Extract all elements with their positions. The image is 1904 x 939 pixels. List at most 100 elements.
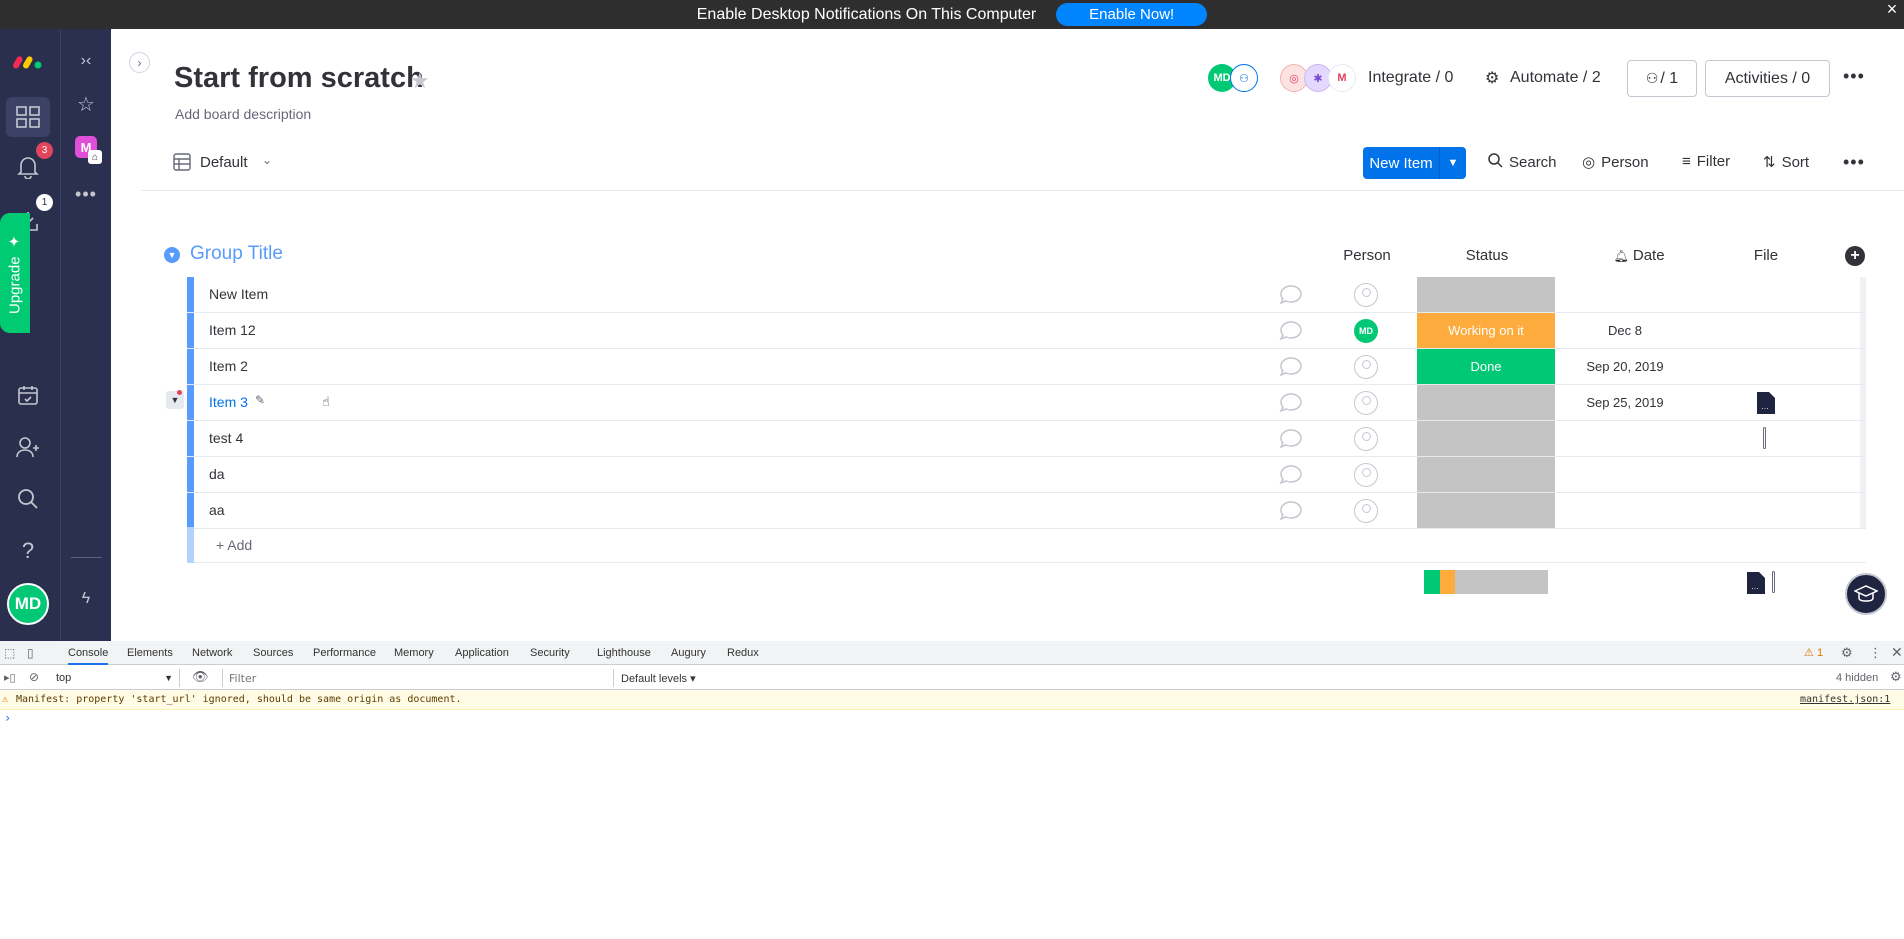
- row-updates-chat-icon[interactable]: [1279, 284, 1303, 306]
- add-item-label[interactable]: + Add: [216, 537, 252, 553]
- devtools-tab-application[interactable]: Application: [455, 647, 509, 659]
- devtools-warning-count[interactable]: ⚠ 1: [1804, 646, 1823, 659]
- group-title[interactable]: Group Title: [190, 243, 283, 265]
- row-item-name[interactable]: test 4: [209, 430, 243, 446]
- table-row[interactable]: Item 12 MD Working on it Dec 8: [187, 313, 1866, 349]
- context-selector[interactable]: top ▼: [56, 669, 180, 687]
- row-status-cell[interactable]: Done: [1417, 349, 1555, 384]
- live-expression-eye-icon[interactable]: 👁︎: [192, 669, 209, 685]
- table-row[interactable]: New Item: [187, 277, 1866, 313]
- learning-center-cap-icon[interactable]: [1845, 573, 1887, 615]
- add-column-plus-icon[interactable]: +: [1845, 246, 1865, 266]
- devtools-tab-network[interactable]: Network: [192, 647, 232, 659]
- devtools-close-icon[interactable]: ✕: [1891, 644, 1903, 661]
- new-item-button[interactable]: New Item ▼: [1363, 147, 1466, 179]
- devtools-tab-lighthouse[interactable]: Lighthouse: [597, 647, 651, 659]
- row-updates-chat-icon[interactable]: [1279, 464, 1303, 486]
- integrate-button[interactable]: Integrate / 0: [1368, 69, 1453, 87]
- column-header-file[interactable]: File: [1736, 247, 1796, 264]
- row-updates-chat-icon[interactable]: [1279, 392, 1303, 414]
- enable-notifications-button[interactable]: Enable Now!: [1056, 3, 1208, 26]
- help-question-icon[interactable]: ?: [14, 537, 42, 565]
- collapse-sidebar-icon[interactable]: ›‹: [74, 51, 98, 71]
- board-description[interactable]: Add board description: [175, 106, 311, 122]
- column-header-status[interactable]: Status: [1418, 247, 1556, 264]
- devtools-more-icon[interactable]: ⋮: [1869, 645, 1882, 661]
- status-summary-bar[interactable]: [1424, 570, 1548, 594]
- board-menu-dots-icon[interactable]: •••: [1843, 66, 1865, 87]
- sort-button[interactable]: ⇅ Sort: [1763, 153, 1809, 172]
- members-button[interactable]: ⚇ / 1: [1627, 60, 1697, 97]
- console-filter-input[interactable]: [222, 669, 614, 687]
- favorite-star-icon[interactable]: ★: [410, 68, 430, 94]
- devtools-tab-memory[interactable]: Memory: [394, 647, 434, 659]
- table-row[interactable]: Item 3 ✎ Sep 25, 2019 …: [187, 385, 1866, 421]
- row-status-cell[interactable]: [1417, 277, 1555, 312]
- row-date-cell[interactable]: Sep 25, 2019: [1555, 395, 1695, 410]
- row-file-doc-icon[interactable]: …: [1757, 392, 1775, 419]
- automate-button[interactable]: Automate / 2: [1510, 69, 1601, 87]
- board-title[interactable]: Start from scratch: [174, 62, 424, 95]
- console-warning-source-link[interactable]: manifest.json:1: [1800, 694, 1890, 705]
- devtools-tab-redux[interactable]: Redux: [727, 647, 759, 659]
- edit-pencil-icon[interactable]: ✎: [255, 393, 265, 407]
- row-person-empty-icon[interactable]: [1354, 391, 1378, 415]
- row-person-avatar[interactable]: MD: [1354, 319, 1378, 343]
- row-person-empty-icon[interactable]: [1354, 499, 1378, 523]
- row-date-cell[interactable]: Dec 8: [1555, 323, 1695, 338]
- devtools-tab-elements[interactable]: Elements: [127, 647, 173, 659]
- upgrade-button[interactable]: Upgrade ✦: [0, 213, 30, 333]
- my-work-calendar-icon[interactable]: [14, 381, 42, 409]
- row-status-cell[interactable]: [1417, 421, 1555, 456]
- notifications-bell-icon[interactable]: [14, 153, 42, 181]
- row-item-name[interactable]: Item 3: [209, 394, 248, 410]
- inspect-element-icon[interactable]: ⬚: [4, 646, 15, 660]
- console-prompt[interactable]: ›: [4, 711, 11, 725]
- row-person-empty-icon[interactable]: [1354, 283, 1378, 307]
- more-dots-icon[interactable]: •••: [74, 184, 98, 204]
- row-item-name[interactable]: New Item: [209, 286, 268, 302]
- table-row[interactable]: test 4: [187, 421, 1866, 457]
- devtools-tab-augury[interactable]: Augury: [671, 647, 706, 659]
- lightning-icon[interactable]: ϟ: [74, 587, 98, 611]
- row-date-cell[interactable]: Sep 20, 2019: [1555, 359, 1695, 374]
- devtools-tab-console[interactable]: Console: [68, 647, 109, 665]
- row-updates-chat-icon[interactable]: [1279, 500, 1303, 522]
- row-person-empty-icon[interactable]: [1354, 355, 1378, 379]
- row-item-name[interactable]: Item 12: [209, 322, 256, 338]
- guest-avatar-icon[interactable]: ⚇: [1230, 64, 1258, 92]
- workspaces-icon[interactable]: [6, 97, 50, 137]
- row-status-cell[interactable]: Working on it: [1417, 313, 1555, 348]
- column-header-person[interactable]: Person: [1327, 247, 1407, 264]
- toolbar-more-dots-icon[interactable]: •••: [1843, 152, 1865, 173]
- row-person-empty-icon[interactable]: [1354, 427, 1378, 451]
- view-chevron-down-icon[interactable]: ⌄: [262, 153, 272, 167]
- devtools-tab-security[interactable]: Security: [530, 647, 570, 659]
- person-filter-button[interactable]: ◎ Person: [1582, 153, 1649, 172]
- row-status-cell[interactable]: [1417, 457, 1555, 492]
- row-item-name[interactable]: da: [209, 466, 225, 482]
- table-row[interactable]: Item 2 Done Sep 20, 2019: [187, 349, 1866, 385]
- table-row[interactable]: da: [187, 457, 1866, 493]
- row-updates-chat-icon[interactable]: [1279, 356, 1303, 378]
- group-collapse-chevron-icon[interactable]: ▼: [164, 247, 180, 263]
- devtools-tab-performance[interactable]: Performance: [313, 647, 376, 659]
- favorites-star-icon[interactable]: ☆: [74, 92, 98, 116]
- row-updates-chat-icon[interactable]: [1279, 320, 1303, 342]
- row-person-empty-icon[interactable]: [1354, 463, 1378, 487]
- device-toolbar-icon[interactable]: ▯: [27, 646, 34, 660]
- search-icon[interactable]: [14, 485, 42, 513]
- add-item-row[interactable]: + Add: [187, 527, 1866, 563]
- row-status-cell[interactable]: [1417, 385, 1555, 420]
- table-row[interactable]: aa: [187, 493, 1866, 529]
- clear-console-icon[interactable]: ⊘: [29, 670, 39, 684]
- view-selector[interactable]: Default: [200, 154, 248, 171]
- row-item-name[interactable]: Item 2: [209, 358, 248, 374]
- activities-button[interactable]: Activities / 0: [1705, 60, 1830, 97]
- row-status-cell[interactable]: [1417, 493, 1555, 528]
- console-settings-gear-icon[interactable]: ⚙: [1890, 669, 1902, 685]
- devtools-settings-gear-icon[interactable]: ⚙: [1841, 645, 1853, 661]
- devtools-tab-sources[interactable]: Sources: [253, 647, 293, 659]
- row-updates-chat-icon[interactable]: [1279, 428, 1303, 450]
- search-button[interactable]: Search: [1488, 153, 1557, 172]
